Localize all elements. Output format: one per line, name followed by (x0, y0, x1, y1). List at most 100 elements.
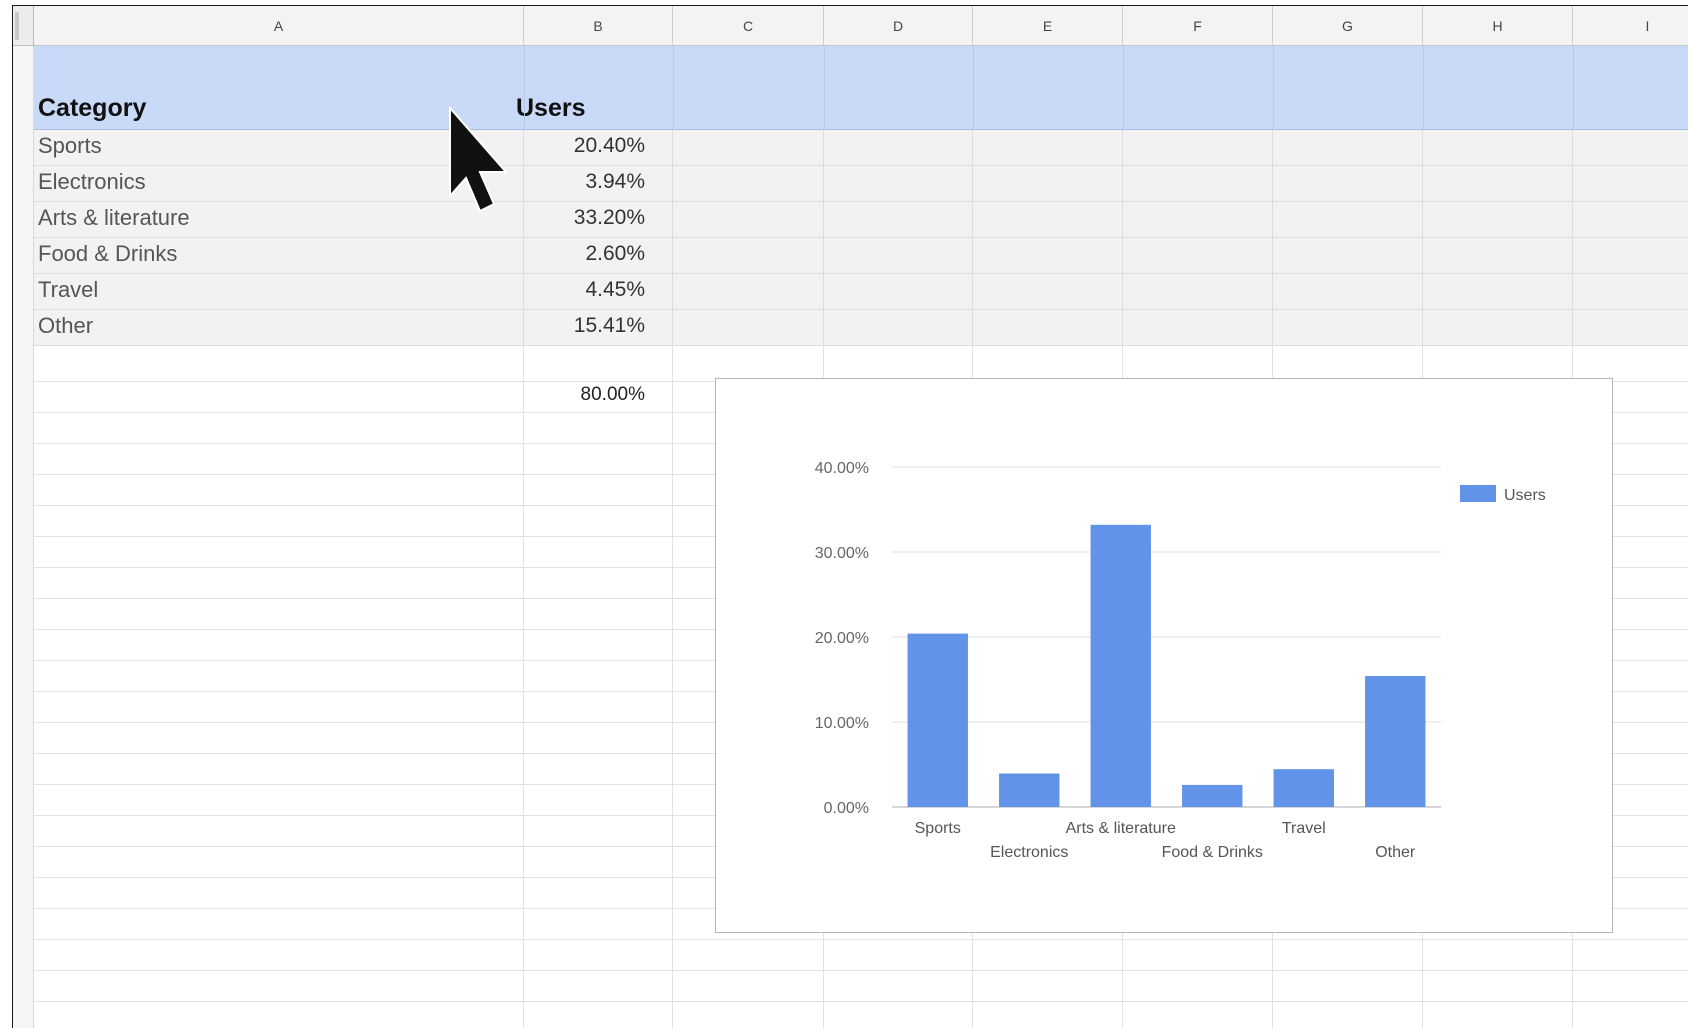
grid-cell[interactable] (524, 816, 673, 847)
grid-cell[interactable] (34, 847, 524, 878)
grid-cell[interactable] (524, 1002, 673, 1028)
grid-cell[interactable] (34, 630, 524, 661)
grid-cell[interactable] (34, 723, 524, 754)
users-header[interactable]: Users (516, 94, 586, 123)
y-tick-label: 30.00% (815, 545, 869, 562)
grid-cell-border (973, 274, 1123, 310)
grid-cell[interactable] (524, 630, 673, 661)
column-header-e[interactable]: E (973, 6, 1123, 46)
grid-cell[interactable] (824, 971, 973, 1002)
grid-cell[interactable] (34, 413, 524, 444)
grid-cell[interactable] (1573, 940, 1688, 971)
grid-cell[interactable] (524, 785, 673, 816)
grid-cell[interactable] (1123, 346, 1273, 382)
grid-cell[interactable] (524, 723, 673, 754)
grid-cell[interactable] (973, 1002, 1123, 1028)
grid-cell[interactable] (973, 346, 1123, 382)
grid-cell[interactable] (34, 909, 524, 940)
grid-cell[interactable] (524, 444, 673, 475)
column-header-i[interactable]: I (1573, 6, 1688, 46)
grid-cell[interactable] (524, 971, 673, 1002)
y-tick-label: 40.00% (815, 460, 869, 477)
grid-cell-border (973, 202, 1123, 238)
grid-cell[interactable] (34, 506, 524, 537)
grid-cell[interactable] (524, 599, 673, 630)
grid-cell[interactable] (673, 346, 824, 382)
grid-cell[interactable] (34, 940, 524, 971)
grid-cell[interactable] (34, 816, 524, 847)
grid-cell-border (1123, 238, 1273, 274)
grid-cell[interactable] (1423, 940, 1573, 971)
column-header-b[interactable]: B (524, 6, 673, 46)
chart-container[interactable]: 0.00% 10.00% 20.00% 30.00% 40.00% Sports Elect… (715, 378, 1613, 933)
grid-cell[interactable] (524, 692, 673, 723)
grid-cell[interactable] (673, 1002, 824, 1028)
column-header-a[interactable]: A (34, 6, 524, 46)
header-row[interactable] (34, 46, 1688, 130)
grid-cell[interactable] (1273, 971, 1423, 1002)
total-cell[interactable]: 80.00% (505, 384, 645, 406)
grid-cell[interactable] (524, 346, 673, 382)
grid-cell[interactable] (524, 909, 673, 940)
grid-cell[interactable] (1273, 940, 1423, 971)
grid-cell[interactable] (524, 754, 673, 785)
grid-cell[interactable] (524, 568, 673, 599)
grid-cell[interactable] (524, 878, 673, 909)
grid-cell[interactable] (34, 382, 524, 413)
grid-cell[interactable] (34, 878, 524, 909)
grid-cell[interactable] (973, 971, 1123, 1002)
grid-cell[interactable] (824, 346, 973, 382)
grid-cell[interactable] (524, 537, 673, 568)
grid-cell[interactable] (1573, 346, 1688, 382)
grid-cell-border (524, 130, 673, 166)
grid-cell[interactable] (34, 444, 524, 475)
grid-cell[interactable] (1123, 1002, 1273, 1028)
grid-cell-border (1573, 130, 1688, 166)
grid-cell[interactable] (34, 568, 524, 599)
bar-arts-literature (1090, 524, 1151, 807)
grid-cell[interactable] (1423, 346, 1573, 382)
grid-cell[interactable] (524, 661, 673, 692)
column-header-c[interactable]: C (673, 6, 824, 46)
grid-cell[interactable] (824, 1002, 973, 1028)
grid-cell[interactable] (1573, 1002, 1688, 1028)
grid-cell[interactable] (1423, 1002, 1573, 1028)
grid-cell[interactable] (34, 692, 524, 723)
grid-cell[interactable] (1573, 971, 1688, 1002)
grid-cell[interactable] (524, 847, 673, 878)
grid-cell[interactable] (524, 940, 673, 971)
grid-cell[interactable] (524, 413, 673, 444)
column-header-g[interactable]: G (1273, 6, 1423, 46)
grid-cell-border (1123, 310, 1273, 346)
grid-cell[interactable] (34, 785, 524, 816)
grid-cell-border (524, 238, 673, 274)
column-header-d[interactable]: D (824, 6, 973, 46)
column-header-h[interactable]: H (1423, 6, 1573, 46)
grid-cell[interactable] (524, 506, 673, 537)
grid-cell[interactable] (1273, 1002, 1423, 1028)
grid-cell[interactable] (34, 971, 524, 1002)
grid-cell-border (824, 130, 973, 166)
grid-cell[interactable] (34, 346, 524, 382)
grid-cell[interactable] (1273, 346, 1423, 382)
select-all-corner[interactable] (13, 6, 34, 46)
grid-cell[interactable] (34, 754, 524, 785)
column-header-f[interactable]: F (1123, 6, 1273, 46)
grid-cell[interactable] (673, 971, 824, 1002)
grid-cell[interactable] (973, 940, 1123, 971)
grid-cell[interactable] (34, 1002, 524, 1028)
grid-cell[interactable] (524, 475, 673, 506)
grid-cell[interactable] (34, 599, 524, 630)
row-gutter[interactable] (13, 46, 34, 1028)
grid-cell[interactable] (34, 661, 524, 692)
grid-cell[interactable] (34, 537, 524, 568)
grid-cell[interactable] (34, 475, 524, 506)
grid-cell-border (1423, 274, 1573, 310)
grid-cell[interactable] (824, 940, 973, 971)
category-header[interactable]: Category (38, 94, 146, 123)
grid-cell-border (1273, 166, 1423, 202)
grid-cell[interactable] (673, 940, 824, 971)
grid-cell[interactable] (1123, 940, 1273, 971)
grid-cell[interactable] (1123, 971, 1273, 1002)
grid-cell[interactable] (1423, 971, 1573, 1002)
